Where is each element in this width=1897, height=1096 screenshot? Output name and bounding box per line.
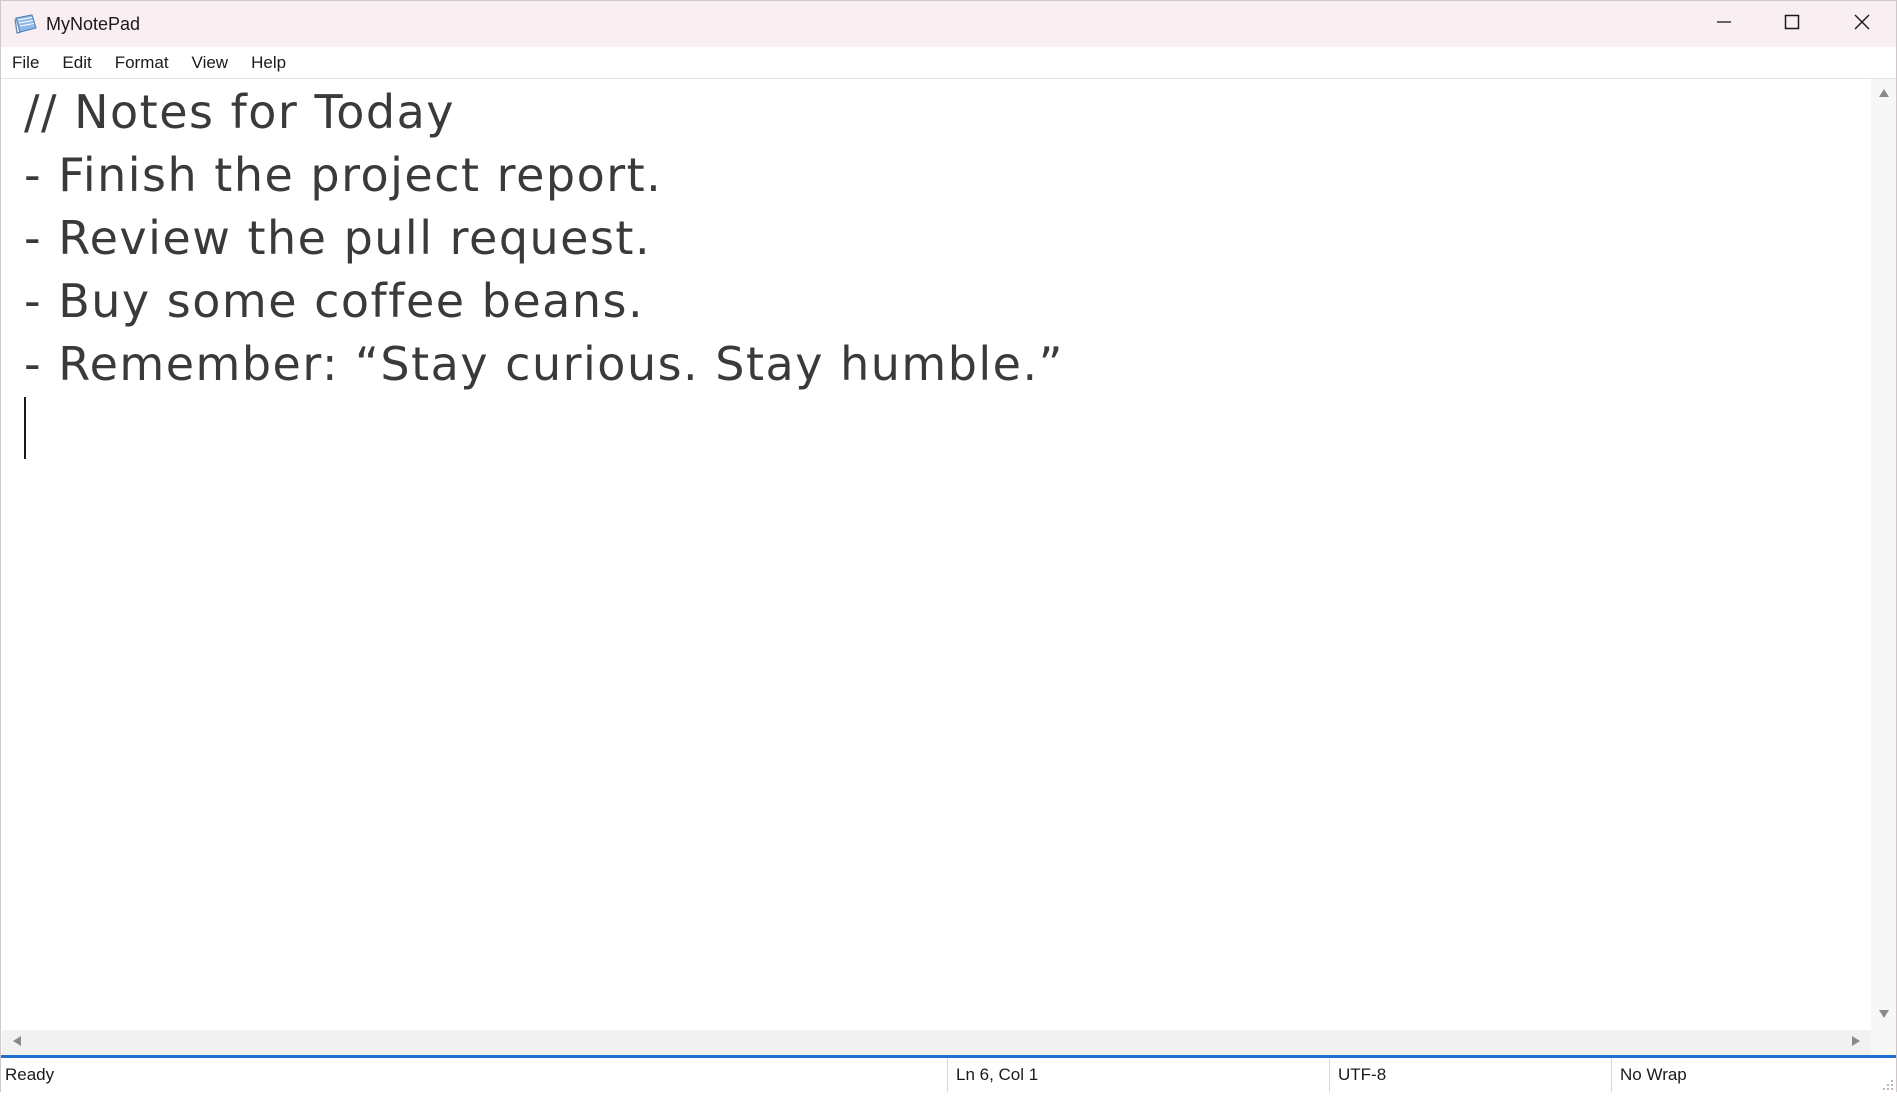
editor-line: // Notes for Today — [24, 85, 456, 139]
scroll-down-button[interactable] — [1871, 1000, 1896, 1030]
menu-bar: File Edit Format View Help — [1, 47, 1896, 79]
close-icon — [1854, 14, 1870, 35]
status-cursor-position: Ln 6, Col 1 — [947, 1058, 1330, 1092]
close-button[interactable] — [1828, 1, 1896, 47]
scroll-left-button[interactable] — [2, 1030, 32, 1055]
resize-grip-icon[interactable] — [1880, 1076, 1894, 1090]
notepad-icon — [13, 13, 39, 35]
scrollbar-corner — [1871, 1030, 1896, 1055]
minimize-button[interactable] — [1690, 1, 1758, 47]
maximize-button[interactable] — [1758, 1, 1826, 47]
text-editor[interactable]: // Notes for Today - Finish the project … — [2, 79, 1871, 1030]
menu-help[interactable]: Help — [240, 47, 295, 78]
editor-line: - Review the pull request. — [24, 211, 652, 265]
editor-line: - Finish the project report. — [24, 148, 663, 202]
editor-line: - Remember: “Stay curious. Stay humble.” — [24, 337, 1064, 391]
menu-file[interactable]: File — [1, 47, 48, 78]
maximize-icon — [1784, 14, 1800, 35]
status-bar: Ready Ln 6, Col 1 UTF-8 No Wrap — [1, 1055, 1896, 1092]
text-caret — [24, 397, 26, 459]
vertical-scrollbar[interactable] — [1871, 79, 1896, 1030]
status-word-wrap: No Wrap — [1611, 1058, 1870, 1092]
horizontal-scrollbar[interactable] — [2, 1030, 1871, 1055]
editor-line: - Buy some coffee beans. — [24, 274, 645, 328]
status-state: Ready — [5, 1065, 55, 1084]
minimize-icon — [1716, 14, 1732, 35]
scroll-right-icon — [1851, 1034, 1861, 1052]
editor-content: // Notes for Today - Finish the project … — [24, 81, 1064, 396]
menu-format[interactable]: Format — [104, 47, 178, 78]
scroll-right-button[interactable] — [1841, 1030, 1871, 1055]
window-title: MyNotePad — [46, 14, 141, 34]
menu-view[interactable]: View — [181, 47, 238, 78]
scroll-left-icon — [12, 1034, 22, 1052]
title-bar[interactable]: MyNotePad — [1, 1, 1896, 47]
scroll-down-icon — [1878, 1006, 1890, 1024]
scroll-up-button[interactable] — [1871, 79, 1896, 109]
scroll-up-icon — [1878, 85, 1890, 103]
status-encoding: UTF-8 — [1329, 1058, 1612, 1092]
menu-edit[interactable]: Edit — [51, 47, 100, 78]
notepad-window: MyNotePad File Edit Format View Help // … — [0, 0, 1897, 1092]
